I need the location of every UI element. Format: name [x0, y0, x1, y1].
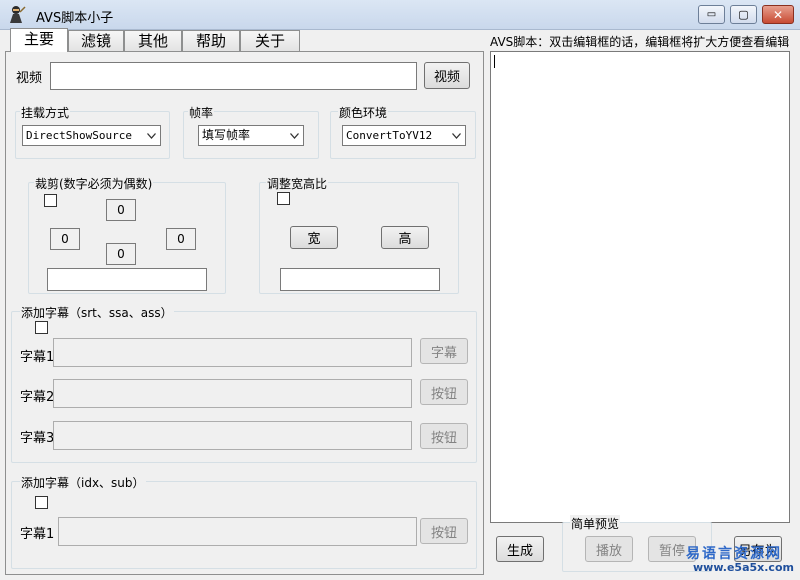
- color-space-value: ConvertToYV12: [346, 129, 433, 142]
- subtitles-text-checkbox[interactable]: [35, 321, 48, 334]
- watermark-title: 易语言资源网: [686, 546, 782, 562]
- subtitles-idx-checkbox[interactable]: [35, 496, 48, 509]
- load-method-select[interactable]: DirectShowSource: [22, 125, 161, 146]
- aspect-result-input[interactable]: [280, 268, 440, 291]
- window-title: AVS脚本小子: [36, 11, 114, 26]
- aspect-checkbox[interactable]: [277, 192, 290, 205]
- text-caret: [494, 55, 495, 68]
- subtitle-2-input[interactable]: [53, 379, 412, 408]
- aspect-title: 调整宽高比: [266, 175, 329, 192]
- script-hint: AVS脚本：双击编辑框的话，编辑框将扩大方便查看编辑: [490, 35, 790, 49]
- subtitle-3-input[interactable]: [53, 421, 412, 450]
- crop-top-input[interactable]: 0: [106, 199, 136, 221]
- tab-help[interactable]: 帮助: [182, 30, 240, 51]
- frame-rate-select[interactable]: 填写帧率: [198, 125, 304, 146]
- tab-filters[interactable]: 滤镜: [68, 30, 124, 51]
- title-bar[interactable]: [0, 0, 800, 30]
- video-path-input[interactable]: [50, 62, 417, 90]
- minimize-button[interactable]: ▭: [698, 5, 725, 24]
- load-method-value: DirectShowSource: [26, 129, 132, 142]
- crop-bottom-input[interactable]: 0: [106, 243, 136, 265]
- aspect-height-button[interactable]: 高: [381, 226, 429, 249]
- subtitle-1-button[interactable]: 字幕: [420, 338, 468, 364]
- tab-main[interactable]: 主要: [10, 28, 68, 52]
- subtitle-3-label: 字幕3: [20, 431, 55, 446]
- tab-about[interactable]: 关于: [240, 30, 300, 51]
- video-label: 视频: [16, 71, 43, 86]
- preview-title: 简单预览: [570, 515, 621, 532]
- subtitle-1-label: 字幕1: [20, 350, 55, 365]
- subtitle-3-button[interactable]: 按钮: [420, 423, 468, 449]
- play-button[interactable]: 播放: [585, 536, 633, 562]
- idx-subtitle-1-button[interactable]: 按钮: [420, 518, 468, 544]
- generate-button[interactable]: 生成: [496, 536, 544, 562]
- crop-left-input[interactable]: 0: [50, 228, 80, 250]
- frame-rate-value: 填写帧率: [202, 128, 251, 142]
- chevron-down-icon: [286, 126, 303, 145]
- subtitle-2-label: 字幕2: [20, 390, 55, 405]
- aspect-width-button[interactable]: 宽: [290, 226, 338, 249]
- watermark-url: www.e5a5x.com: [693, 561, 794, 574]
- maximize-icon: ▢: [738, 8, 749, 21]
- minimize-icon: ▭: [706, 9, 717, 20]
- close-button[interactable]: ✕: [762, 5, 794, 24]
- chevron-down-icon: [143, 126, 160, 145]
- load-method-title: 挂载方式: [20, 104, 71, 121]
- script-editor[interactable]: [490, 51, 790, 523]
- color-space-title: 颜色环境: [338, 104, 389, 121]
- crop-checkbox[interactable]: [44, 194, 57, 207]
- maximize-button[interactable]: ▢: [730, 5, 757, 24]
- color-space-select[interactable]: ConvertToYV12: [342, 125, 466, 146]
- subtitles-idx-title: 添加字幕（idx、sub）: [20, 474, 146, 491]
- subtitle-2-button[interactable]: 按钮: [420, 379, 468, 405]
- crop-result-input[interactable]: [47, 268, 207, 291]
- frame-rate-title: 帧率: [188, 104, 215, 121]
- video-browse-button[interactable]: 视频: [424, 62, 470, 89]
- idx-subtitle-1-label: 字幕1: [20, 527, 55, 542]
- subtitle-1-input[interactable]: [53, 338, 412, 367]
- idx-subtitle-1-input[interactable]: [58, 517, 417, 546]
- ninja-icon: [6, 4, 26, 24]
- crop-title: 裁剪(数字必须为偶数): [34, 175, 154, 192]
- chevron-down-icon: [448, 126, 465, 145]
- crop-right-input[interactable]: 0: [166, 228, 196, 250]
- tab-other[interactable]: 其他: [124, 30, 182, 51]
- subtitles-text-title: 添加字幕（srt、ssa、ass）: [20, 304, 174, 321]
- close-icon: ✕: [772, 7, 784, 22]
